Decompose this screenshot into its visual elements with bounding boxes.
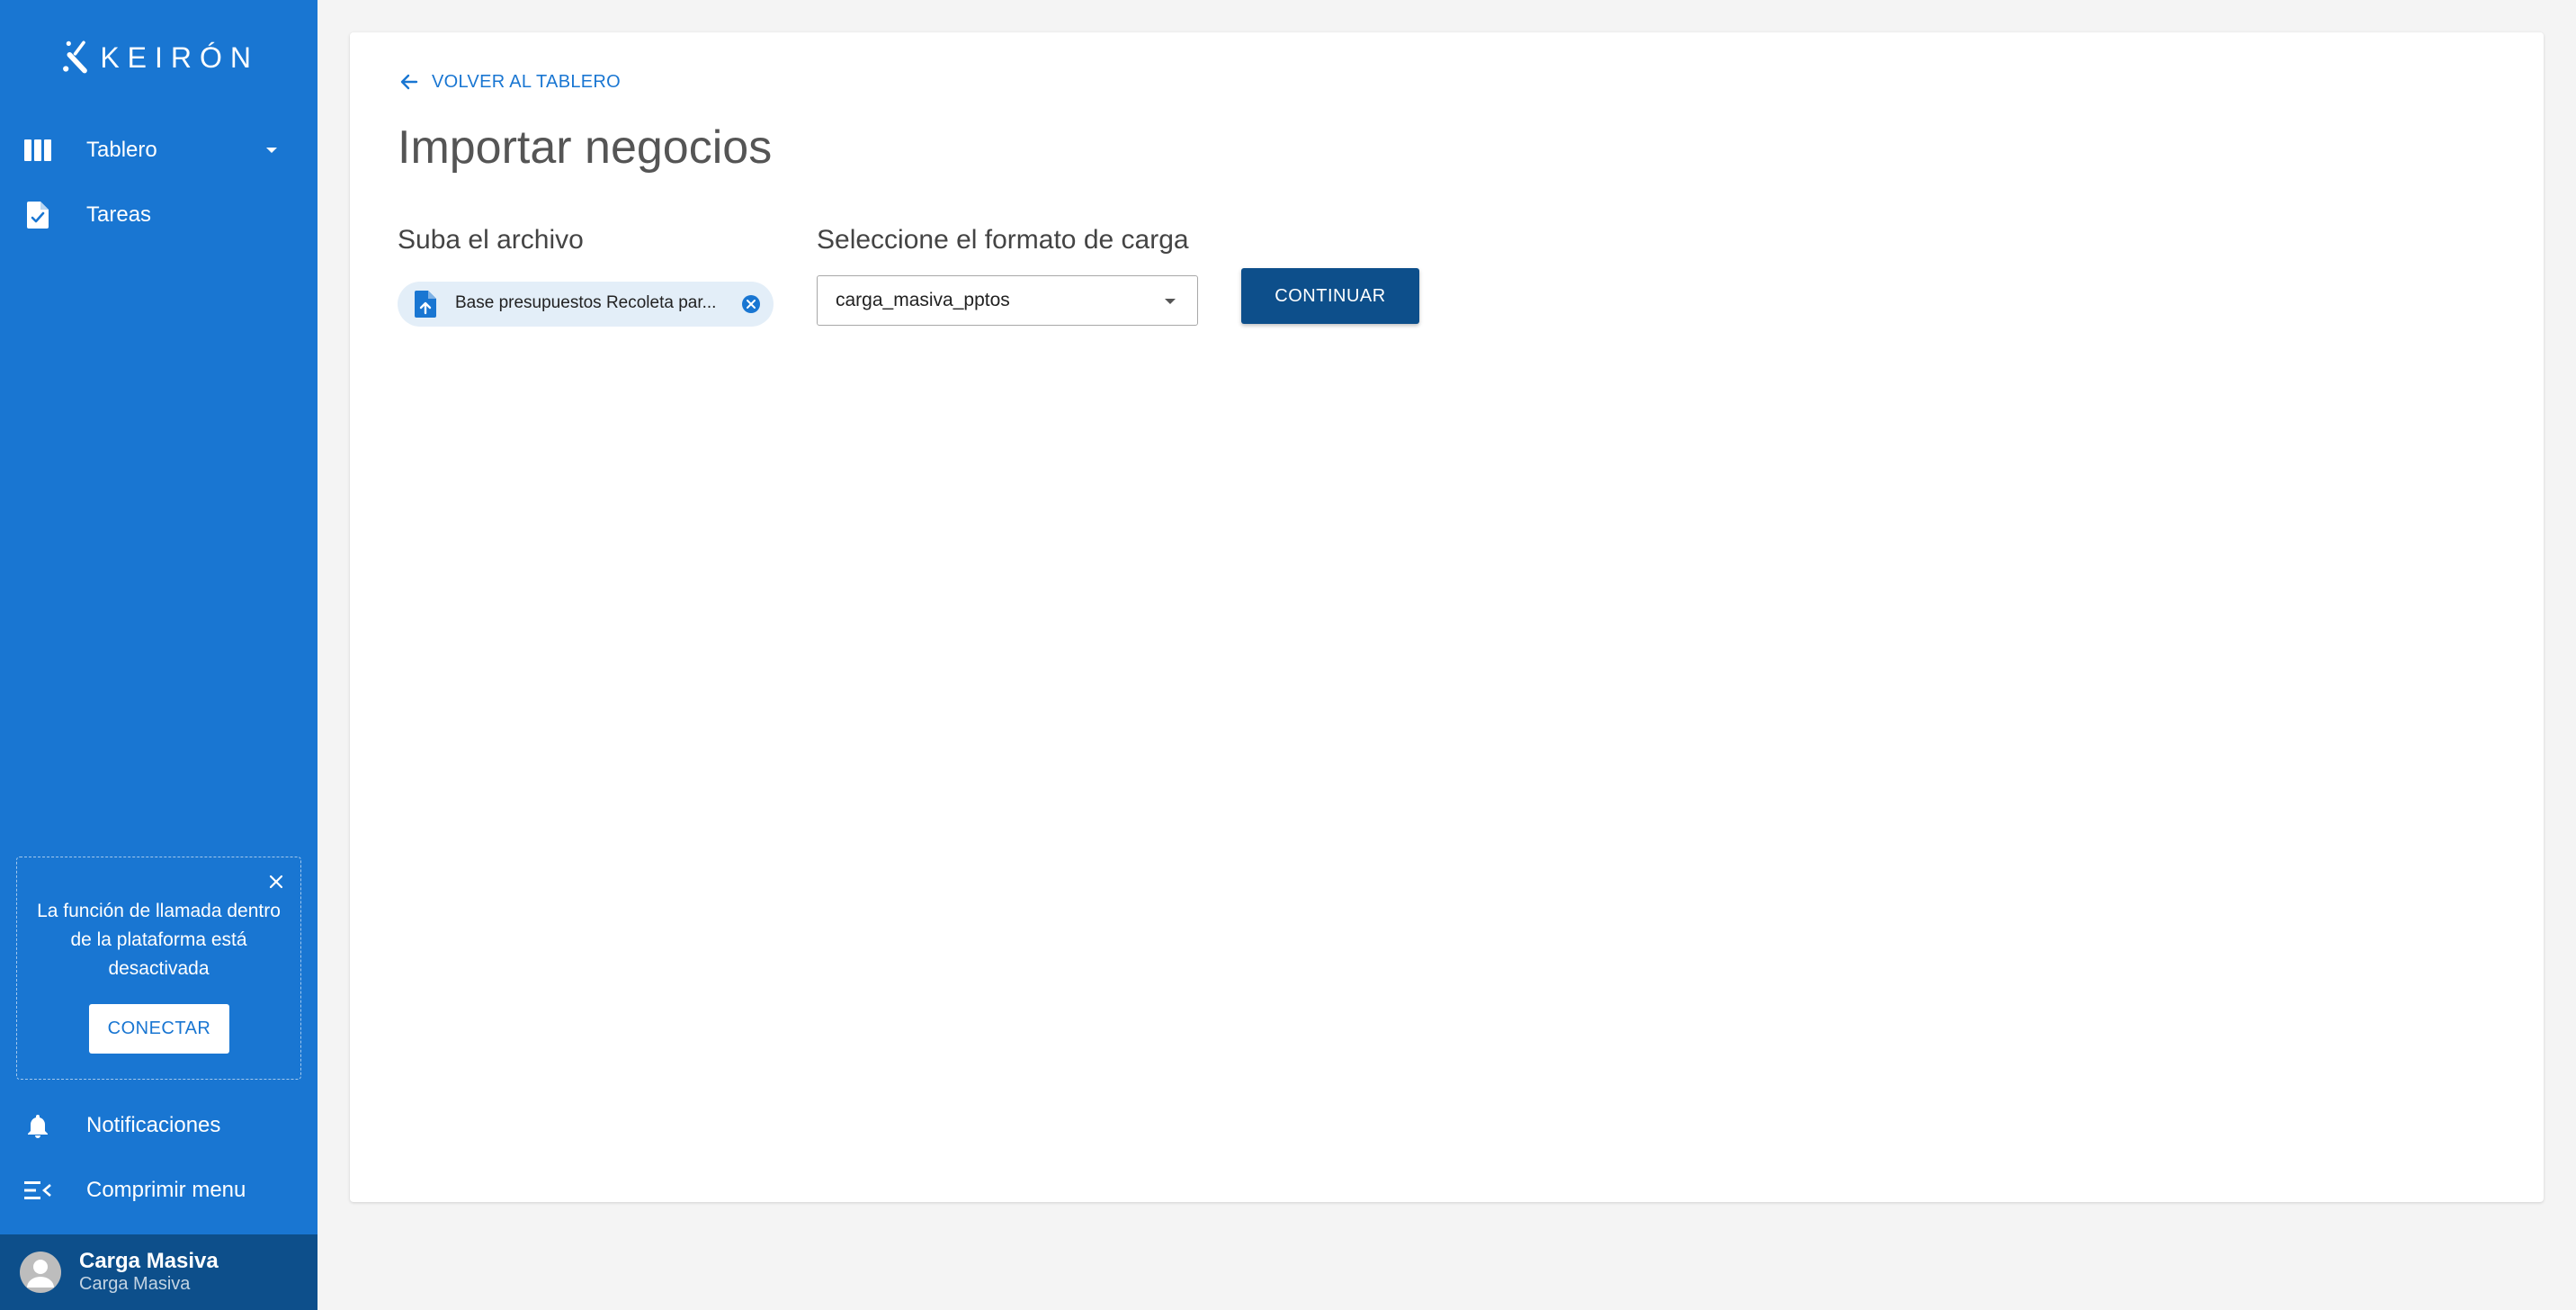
task-document-icon: [22, 199, 54, 231]
page-title: Importar negocios: [398, 121, 773, 174]
continue-button[interactable]: CONTINUAR: [1241, 268, 1419, 324]
call-disabled-notice: La función de llamada dentro de la plata…: [16, 857, 301, 1080]
back-to-board-link[interactable]: VOLVER AL TABLERO: [398, 70, 621, 94]
user-profile[interactable]: Carga Masiva Carga Masiva: [0, 1234, 318, 1310]
call-notice-message: La función de llamada dentro de la plata…: [37, 901, 281, 979]
sidebar-item-label: Comprimir menu: [86, 1178, 246, 1202]
logo-text: KEIRÓN: [100, 40, 259, 74]
user-name: Carga Masiva: [79, 1249, 219, 1273]
format-select-value: carga_masiva_pptos: [836, 290, 1010, 310]
uploaded-file-chip: Base presupuestos Recoleta par...: [398, 282, 774, 327]
sidebar-item-comprimir-menu[interactable]: Comprimir menu: [0, 1158, 318, 1223]
board-columns-icon: [22, 134, 54, 166]
sidebar-item-label: Notificaciones: [86, 1113, 221, 1137]
file-name: Base presupuestos Recoleta par...: [455, 293, 717, 312]
sidebar-item-notificaciones[interactable]: Notificaciones: [0, 1093, 318, 1158]
sidebar: KEIRÓN Tablero Tareas La función de llam…: [0, 0, 318, 1310]
format-label: Seleccione el formato de carga: [817, 225, 1189, 255]
sidebar-item-label: Tablero: [86, 138, 157, 162]
collapse-menu-icon: [22, 1174, 54, 1207]
avatar: [20, 1252, 61, 1293]
close-icon[interactable]: [266, 872, 286, 892]
keiron-logo-icon: [63, 40, 87, 74]
arrow-left-icon: [400, 74, 418, 90]
bell-icon: [22, 1109, 54, 1142]
upload-label: Suba el archivo: [398, 225, 584, 255]
sidebar-item-tareas[interactable]: Tareas: [0, 183, 318, 247]
connect-button[interactable]: CONECTAR: [89, 1004, 229, 1054]
remove-file-icon[interactable]: [741, 294, 761, 314]
sidebar-item-tablero[interactable]: Tablero: [0, 118, 318, 183]
file-upload-icon: [412, 291, 439, 318]
user-role: Carga Masiva: [79, 1274, 191, 1294]
sidebar-item-label: Tareas: [86, 202, 152, 227]
keiron-logo[interactable]: KEIRÓN: [61, 23, 259, 92]
chevron-down-icon: [1161, 292, 1179, 310]
caret-down-icon[interactable]: [261, 139, 282, 161]
import-card: VOLVER AL TABLERO Importar negocios Suba…: [350, 32, 2544, 1202]
back-link-label: VOLVER AL TABLERO: [432, 71, 622, 92]
format-select[interactable]: carga_masiva_pptos: [817, 275, 1198, 326]
